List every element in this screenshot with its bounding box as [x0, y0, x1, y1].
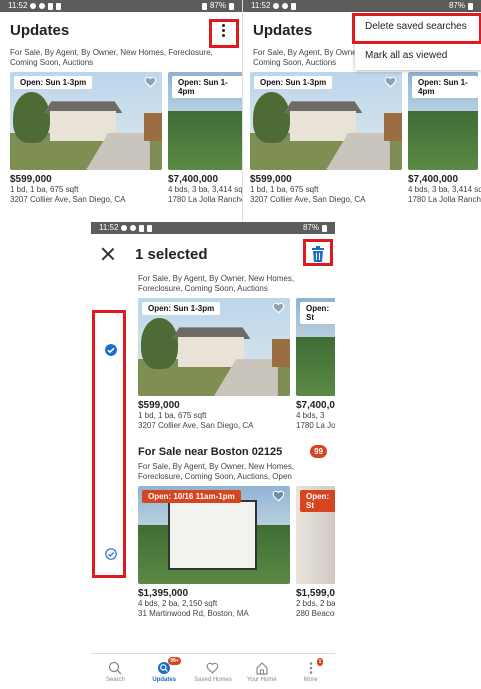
selection-count: 1 selected: [135, 245, 208, 263]
nav-badge: 99+: [168, 656, 181, 665]
listing-card[interactable]: Open: Sun 1-3pm $599,000 1 bd, 1 ba, 675…: [10, 72, 162, 205]
listing-photo: Open: Sun 1-4pm: [168, 72, 242, 170]
listing-address: 280 Beacon: [296, 609, 335, 618]
new-count-badge: 99: [310, 445, 327, 458]
status-time: 11:52: [99, 223, 119, 232]
status-bar: 11:52 87%: [243, 0, 481, 12]
listing-address: 3207 Collier Ave, San Diego, CA: [10, 195, 126, 204]
listing-address: 1780 La Jo: [296, 421, 335, 430]
listing-card[interactable]: Open: Sun 1-4pm $7,400,000 4 bds, 3 ba, …: [408, 72, 481, 205]
highlight-trash-button: [303, 239, 333, 266]
open-house-badge: Open: Sun 1-3pm: [14, 76, 93, 89]
heart-icon[interactable]: [272, 489, 286, 503]
listing-address: 3207 Collier Ave, San Diego, CA: [138, 421, 254, 430]
listing-card[interactable]: Open: 10/16 11am-1pm $1,395,000 4 bds, 2…: [138, 486, 290, 619]
listing-card[interactable]: Open: St $1,599,0 2 bds, 2 ba 280 Beacon: [296, 486, 335, 619]
heart-icon[interactable]: [272, 301, 286, 315]
listing-details: 4 bds, 3: [296, 411, 325, 420]
listing-card[interactable]: Open: St $7,400,0 4 bds, 3 1780 La Jo: [296, 298, 335, 431]
search-filters: For Sale, By Agent, By Owner, New Homes,…: [10, 48, 213, 67]
nav-label: More: [303, 676, 318, 683]
battery-level: 87%: [302, 223, 319, 232]
listing-photo: Open: Sun 1-3pm: [250, 72, 402, 170]
status-bar: 11:52 87%: [91, 222, 335, 234]
home-icon: [256, 661, 268, 675]
highlight-delete-saved-searches: [352, 13, 481, 44]
nav-label: Your Home: [246, 676, 277, 683]
listing-price: $7,400,000: [168, 174, 219, 185]
listing-details: 1 bd, 1 ba, 675 sqft: [138, 411, 207, 420]
listing-card[interactable]: Open: Sun 1-3pm $599,000 1 bd, 1 ba, 675…: [138, 298, 290, 431]
listing-address: 1780 La Jolla Rancho: [168, 195, 242, 204]
nav-label: Search: [105, 676, 125, 683]
listing-address: 1780 La Jolla Rancho: [408, 195, 481, 204]
nav-item-your-home[interactable]: Your Home: [238, 661, 286, 683]
heart-icon: [206, 662, 219, 674]
nav-item-saved-homes[interactable]: Saved Homes: [189, 661, 237, 683]
updates-screen: 11:52 87% Updates For Sale, By Agent, By…: [0, 0, 242, 223]
page-title: Updates: [253, 21, 313, 39]
listing-details: 4 bds, 3 ba, 3,414 sqft: [408, 185, 481, 194]
listing-photo: Open: Sun 1-3pm: [10, 72, 162, 170]
listing-photo: Open: St: [296, 486, 335, 584]
listing-price: $7,400,000: [408, 174, 459, 185]
listing-card[interactable]: Open: Sun 1-4pm $7,400,000 4 bds, 3 ba, …: [168, 72, 242, 205]
listing-price: $1,395,000: [138, 588, 189, 599]
selection-toolbar: 1 selected: [91, 234, 335, 274]
search-filters: For Sale, By Agent, By Owner, New Homes,…: [138, 462, 295, 481]
listing-address: 31 Martinwood Rd, Boston, MA: [138, 609, 249, 618]
nav-item-search[interactable]: Search: [91, 661, 139, 683]
menu-item-mark-all-viewed[interactable]: Mark all as viewed: [355, 41, 481, 70]
nav-label: Saved Homes: [194, 676, 232, 683]
highlight-selection-checkboxes: [92, 310, 126, 578]
app-bar: Updates: [0, 12, 242, 48]
open-house-badge: Open: Sun 1-3pm: [142, 302, 221, 315]
bottom-nav: Search 99+ Updates Saved Homes Your Home…: [91, 653, 335, 689]
listing-price: $599,000: [10, 174, 52, 185]
open-house-badge: Open: Sun 1-4pm: [172, 76, 242, 98]
open-house-badge: Open: St: [300, 490, 335, 512]
battery-level: 87%: [209, 1, 226, 10]
saved-search-list: For Sale, By Agent, By Owner, New Homes,…: [138, 274, 335, 619]
listing-details: 2 bds, 2 ba: [296, 599, 335, 608]
battery-level: 87%: [448, 1, 465, 10]
open-house-badge: Open: Sun 1-3pm: [254, 76, 333, 89]
listing-price: $599,000: [138, 400, 180, 411]
status-time: 11:52: [8, 1, 28, 10]
close-icon[interactable]: [101, 247, 115, 261]
nav-item-updates[interactable]: 99+ Updates: [140, 656, 188, 683]
open-house-badge: Open: 10/16 11am-1pm: [142, 490, 241, 503]
listing-card[interactable]: Open: Sun 1-3pm $599,000 1 bd, 1 ba, 675…: [250, 72, 402, 205]
listing-details: 4 bds, 2 ba, 2,150 sqft: [138, 599, 218, 608]
selection-screen: 11:52 87% 1 selected For Sale, By Agent,…: [91, 222, 335, 689]
nav-label: Updates: [152, 676, 177, 683]
listing-price: $7,400,0: [296, 400, 335, 411]
nav-badge: 1: [316, 657, 324, 666]
highlight-overflow-menu: [209, 19, 239, 48]
page-title: Updates: [10, 21, 70, 39]
listing-details: 1 bd, 1 ba, 675 sqft: [250, 185, 319, 194]
saved-search-title: For Sale near Boston 02125: [138, 445, 283, 458]
listing-details: 4 bds, 3 ba, 3,414 sqft: [168, 185, 242, 194]
heart-icon[interactable]: [384, 75, 398, 89]
listing-photo: Open: St: [296, 298, 335, 396]
search-icon: [109, 661, 122, 674]
open-house-badge: Open: St: [300, 302, 335, 324]
listing-photo: Open: Sun 1-4pm: [408, 72, 478, 170]
more-icon: [309, 661, 312, 674]
saved-search-header[interactable]: For Sale near Boston 02125 99: [138, 445, 335, 458]
search-filters: For Sale, By Agent, By Owner, New Homes,…: [138, 274, 295, 293]
open-house-badge: Open: Sun 1-4pm: [412, 76, 478, 98]
listing-price: $1,599,0: [296, 588, 335, 599]
listing-price: $599,000: [250, 174, 292, 185]
listing-photo: Open: 10/16 11am-1pm: [138, 486, 290, 584]
status-bar: 11:52 87%: [0, 0, 242, 12]
listing-details: 1 bd, 1 ba, 675 sqft: [10, 185, 79, 194]
listing-address: 3207 Collier Ave, San Diego, CA: [250, 195, 366, 204]
listing-photo: Open: Sun 1-3pm: [138, 298, 290, 396]
heart-icon[interactable]: [144, 75, 158, 89]
nav-item-more[interactable]: 1 More: [287, 657, 335, 683]
status-time: 11:52: [251, 1, 271, 10]
